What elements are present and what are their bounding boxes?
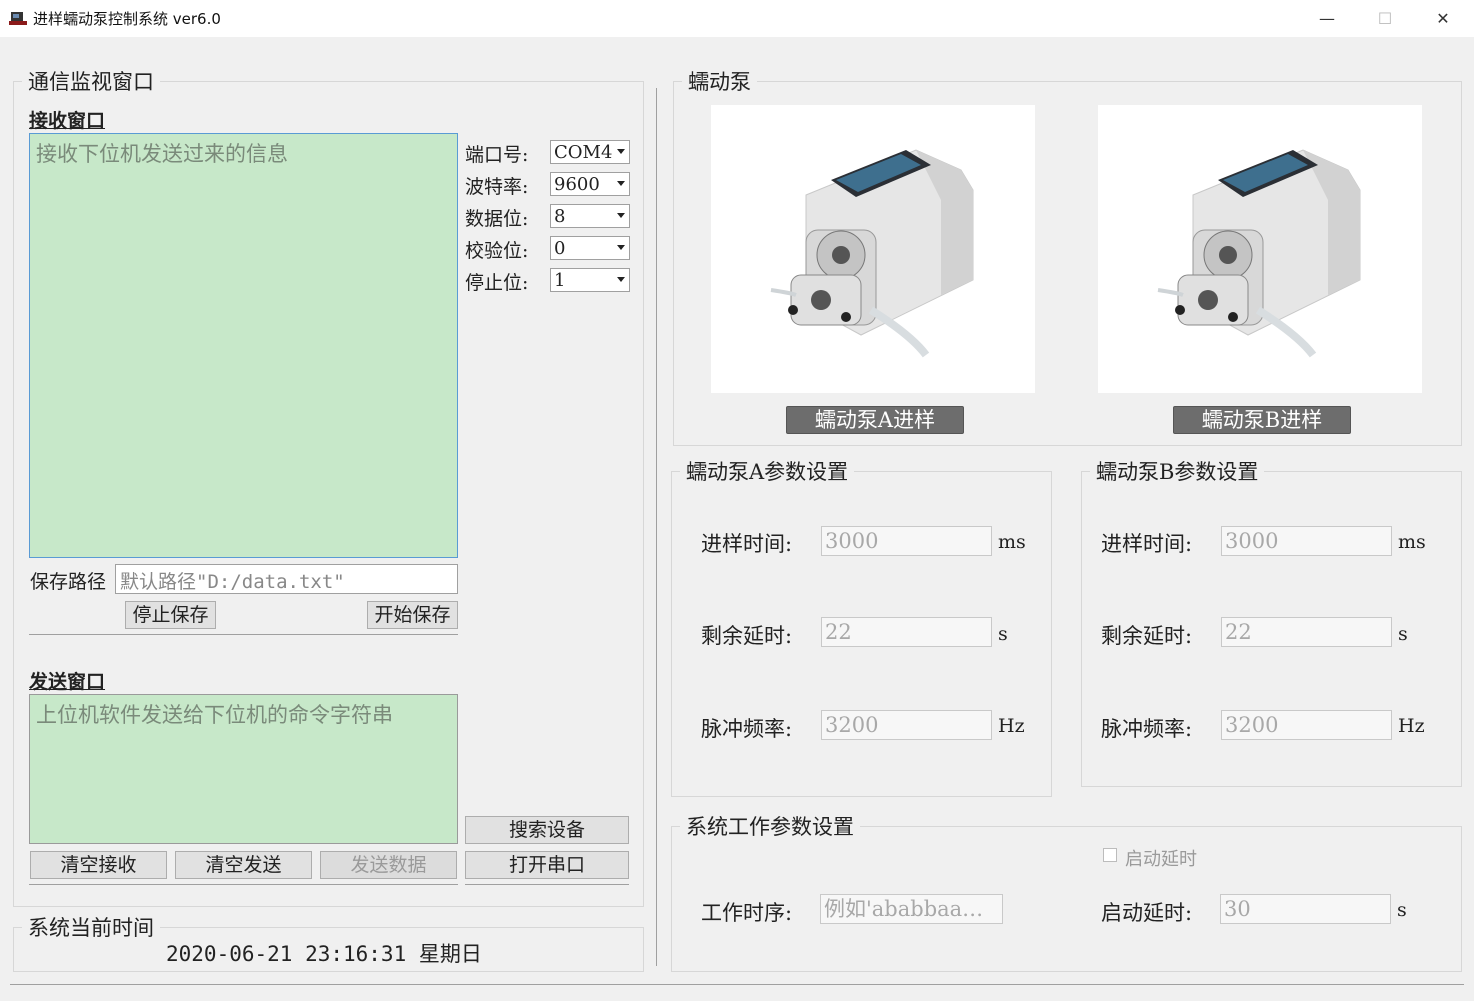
port-combo[interactable]: COM4 [550,140,630,164]
param-b-freq-input[interactable]: 3200 [1221,710,1392,740]
clock-value: 2020-06-21 23:16:31 星期日 [166,942,482,966]
param-a-title: 蠕动泵A参数设置 [686,460,849,484]
search-device-button[interactable]: 搜索设备 [465,816,629,844]
work-seq-input[interactable]: 例如'ababbaa… [820,894,1003,924]
pump-a-inject-button[interactable]: 蠕动泵A进样 [786,406,964,434]
baud-label: 波特率: [465,176,529,198]
param-b-time-unit: ms [1398,531,1426,553]
recv-window-title: 接收窗口 [29,110,106,132]
app-icon [9,12,27,25]
param-a-delay-input[interactable]: 22 [821,617,992,647]
send-data-button[interactable]: 发送数据 [320,851,457,879]
param-b-freq-unit: Hz [1398,715,1425,737]
param-b-freq-label: 脉冲频率: [1101,717,1193,741]
startup-delay-checkbox[interactable] [1103,848,1117,862]
minimize-button[interactable]: — [1298,0,1356,37]
divider [29,884,458,885]
chevron-down-icon [617,181,625,186]
param-a-freq-unit: Hz [998,715,1025,737]
param-a-freq-label: 脉冲频率: [701,717,793,741]
chevron-down-icon [617,213,625,218]
chevron-down-icon [617,277,625,282]
databits-combo[interactable]: 8 [550,204,630,228]
comm-group-title: 通信监视窗口 [28,70,154,94]
clear-send-button[interactable]: 清空发送 [175,851,312,879]
panel-divider [656,88,657,966]
system-params-title: 系统工作参数设置 [686,815,854,839]
param-b-time-label: 进样时间: [1101,532,1193,556]
status-divider [10,984,1464,985]
param-b-delay-input[interactable]: 22 [1221,617,1392,647]
start-delay-unit: s [1397,899,1407,921]
send-textarea[interactable]: 上位机软件发送给下位机的命令字符串 [29,694,458,844]
databits-label: 数据位: [465,208,529,230]
start-delay-label: 启动延时: [1101,901,1193,925]
send-placeholder: 上位机软件发送给下位机的命令字符串 [36,703,393,727]
save-path-label: 保存路径 [30,571,107,593]
save-path-input[interactable]: 默认路径"D:/data.txt" [115,564,458,594]
pump-b-inject-button[interactable]: 蠕动泵B进样 [1173,406,1351,434]
recv-placeholder: 接收下位机发送过来的信息 [36,142,288,166]
work-seq-label: 工作时序: [701,901,793,925]
window-title: 进样蠕动泵控制系统 ver6.0 [33,10,221,28]
stopbits-combo[interactable]: 1 [550,268,630,292]
param-b-title: 蠕动泵B参数设置 [1096,460,1259,484]
recv-textarea[interactable]: 接收下位机发送过来的信息 [29,133,458,558]
startup-delay-check-label: 启动延时 [1125,849,1197,870]
param-a-delay-label: 剩余延时: [701,624,793,648]
divider [465,884,629,885]
parity-label: 校验位: [465,240,529,262]
open-port-button[interactable]: 打开串口 [465,851,629,879]
parity-combo[interactable]: 0 [550,236,630,260]
system-params-group: 系统工作参数设置 [671,811,1462,972]
param-b-delay-label: 剩余延时: [1101,624,1193,648]
param-a-time-input[interactable]: 3000 [821,526,992,556]
stopbits-label: 停止位: [465,272,529,294]
divider [29,634,458,635]
clock-group-title: 系统当前时间 [28,916,154,940]
pump-a-image [711,105,1035,393]
param-b-time-input[interactable]: 3000 [1221,526,1392,556]
close-button[interactable]: ✕ [1414,0,1472,37]
param-a-time-unit: ms [998,531,1026,553]
maximize-button[interactable]: ☐ [1356,0,1414,37]
chevron-down-icon [617,149,625,154]
stop-save-button[interactable]: 停止保存 [125,601,216,629]
send-window-title: 发送窗口 [29,671,106,693]
param-b-delay-unit: s [1398,623,1408,645]
title-bar: 进样蠕动泵控制系统 ver6.0 — ☐ ✕ [0,0,1474,37]
pump-group-title: 蠕动泵 [688,70,751,94]
pump-b-image [1098,105,1422,393]
param-a-delay-unit: s [998,623,1008,645]
param-a-time-label: 进样时间: [701,532,793,556]
chevron-down-icon [617,245,625,250]
start-save-button[interactable]: 开始保存 [367,601,458,629]
clear-recv-button[interactable]: 清空接收 [30,851,167,879]
param-a-freq-input[interactable]: 3200 [821,710,992,740]
baud-combo[interactable]: 9600 [550,172,630,196]
start-delay-input[interactable]: 30 [1220,894,1391,924]
port-label: 端口号: [465,144,529,166]
